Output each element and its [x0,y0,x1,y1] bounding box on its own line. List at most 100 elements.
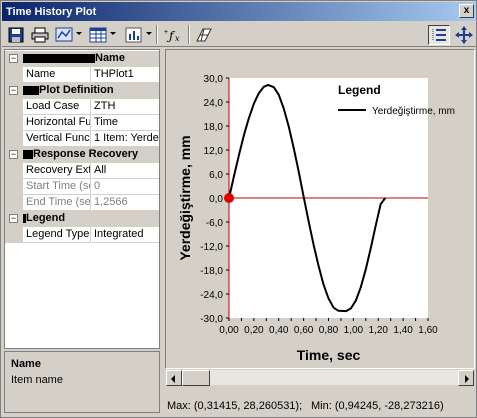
property-value: 0 [92,179,159,195]
property-row[interactable]: Start Time (se 0 [5,179,159,195]
category-legend[interactable]: − Legend [5,211,159,227]
property-description-pane: Name Item name [4,351,160,413]
collapse-icon[interactable]: − [9,214,18,223]
property-value: 1,2566 [92,195,159,211]
x-tick-label: 0,40 [269,325,289,336]
grid-ruler-button[interactable] [194,25,214,45]
bar-chart-button[interactable] [124,25,144,45]
y-tick-label: 30,0 [204,74,224,85]
property-row[interactable]: End Time (se 1,2566 [5,195,159,211]
property-value[interactable]: THPlot1 [92,67,159,83]
property-name: Recovery Ext [23,163,91,179]
x-tick-label: 1,60 [418,325,438,336]
close-button[interactable]: x [459,4,474,18]
y-tick-label: -30,0 [200,314,223,325]
property-value[interactable]: ZTH [92,99,159,115]
category-label: Name [95,52,125,64]
redacted-block [23,53,95,63]
function-button[interactable]: ƒ x + [162,25,184,45]
table-view-dropdown-icon[interactable] [110,32,116,35]
cursor-marker[interactable] [224,193,234,203]
redacted-block [23,85,39,95]
chart-view-button[interactable] [54,25,74,45]
x-tick-label: 0,20 [244,325,264,336]
property-name: Vertical Func [23,131,91,147]
toolbar-separator [156,25,158,44]
window-title: Time History Plot [6,5,97,18]
y-tick-label: 6,0 [209,170,223,181]
y-tick-label: -18,0 [200,266,223,277]
category-label: Response Recovery [33,148,139,160]
time-history-plot-window: Time History Plot x ƒ x + − Name Name TH… [0,0,477,418]
close-icon: x [463,5,470,16]
property-value[interactable]: Integrated [92,227,159,243]
function-icon: ƒ x + [164,29,180,43]
status-bar: Max: (0,31415, 28,260531); Min: (0,94245… [165,400,475,416]
bar-chart-dropdown-icon[interactable] [146,32,152,35]
property-name: Start Time (se [23,179,91,195]
x-tick-label: 1,00 [344,325,364,336]
y-tick-label: -6,0 [206,218,224,229]
toolbar: ƒ x + [2,22,476,47]
y-tick-label: 12,0 [204,146,224,157]
property-value[interactable]: Time [92,115,159,131]
print-icon [31,27,49,43]
category-label: Legend [26,212,66,224]
x-tick-label: 1,40 [393,325,413,336]
category-label: Plot Definition [39,84,114,96]
x-axis-title: Time, sec [297,347,361,363]
svg-text:x: x [175,34,180,43]
time-history-chart[interactable]: 30,0 24,0 18,0 12,0 6,0 0,0 -6,0 -12,0 -18,0 -24,… [166,50,474,368]
horizontal-scrollbar[interactable] [165,369,475,386]
save-icon [8,27,24,43]
status-min: Min: (0,94245, -28,273216) [311,400,444,412]
y-tick-label: 24,0 [204,98,224,109]
y-tick-label: 0,0 [209,194,223,205]
property-row[interactable]: Recovery Ext All [5,163,159,179]
y-tick-label: -12,0 [200,242,223,253]
description-title: Name [11,358,41,370]
property-row[interactable]: Vertical Func 1 Item: Yerdeğ [5,131,159,147]
property-grid-toggle-button[interactable] [428,25,450,45]
category-response-recovery[interactable]: − Response Recovery [5,147,159,163]
chart-view-dropdown-icon[interactable] [76,32,82,35]
legend-title: Legend [338,83,381,97]
plot-area[interactable]: 30,0 24,0 18,0 12,0 6,0 0,0 -6,0 -12,0 -18,0 -24,… [165,49,475,369]
chart-view-icon [55,27,73,42]
property-value[interactable]: 1 Item: Yerdeğ [92,131,159,147]
title-bar: Time History Plot x [2,2,476,21]
collapse-icon[interactable]: − [9,150,18,159]
toolbar-separator [188,25,190,44]
property-name: End Time (se [23,195,91,211]
y-tick-label: 18,0 [204,122,224,133]
property-name: Horizontal Fu [23,115,91,131]
grid-ruler-icon [196,28,212,42]
x-tick-label: 0,00 [219,325,239,336]
scroll-thumb[interactable] [182,370,210,386]
property-name: Load Case [23,99,91,115]
property-row[interactable]: Name THPlot1 [5,67,159,83]
property-row[interactable]: Load Case ZTH [5,99,159,115]
category-plot-definition[interactable]: − Plot Definition [5,83,159,99]
property-name: Legend Type [23,227,91,243]
category-name[interactable]: − Name [5,51,159,67]
arrow-left-icon [171,375,175,383]
table-view-icon [89,27,107,43]
pan-move-button[interactable] [454,25,474,45]
property-grid: − Name Name THPlot1 − Plot Definition Lo… [4,49,160,349]
x-tick-label: 0,80 [319,325,339,336]
property-row[interactable]: Horizontal Fu Time [5,115,159,131]
bar-chart-icon [125,27,142,43]
table-view-button[interactable] [88,25,108,45]
scroll-right-button[interactable] [458,370,474,386]
property-value[interactable]: All [92,163,159,179]
property-row[interactable]: Legend Type Integrated [5,227,159,243]
svg-text:+: + [164,29,168,36]
collapse-icon[interactable]: − [9,54,18,63]
scroll-left-button[interactable] [166,370,182,386]
x-tick-label: 0,60 [294,325,314,336]
save-button[interactable] [6,25,26,45]
print-button[interactable] [30,25,50,45]
y-tick-label: -24,0 [200,290,223,301]
collapse-icon[interactable]: − [9,86,18,95]
